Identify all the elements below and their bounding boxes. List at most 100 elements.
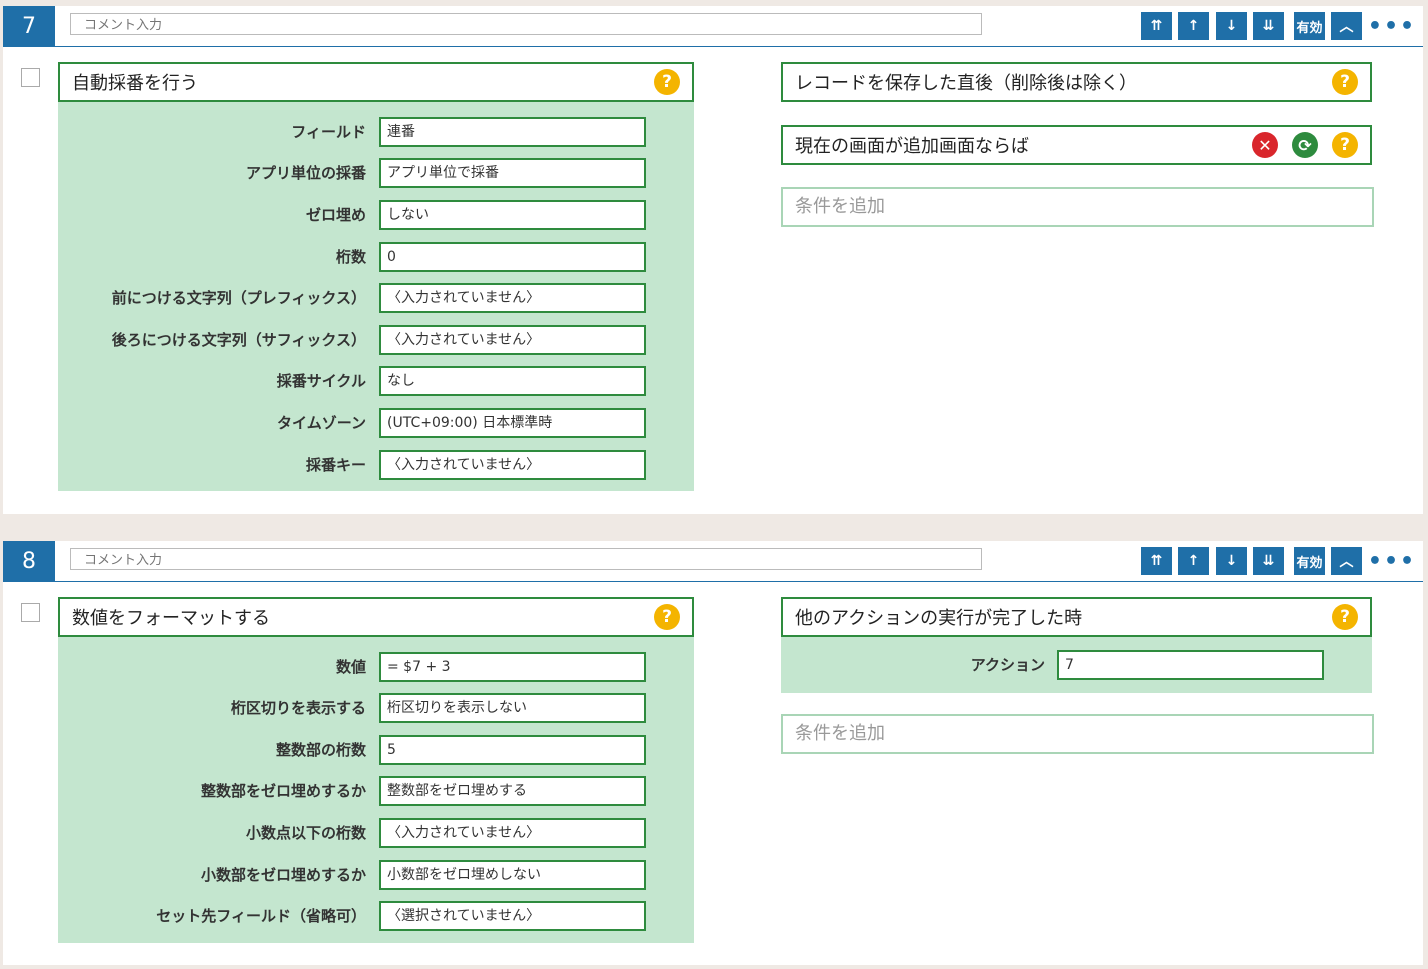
- param-value[interactable]: しない: [379, 200, 646, 230]
- move-up-button[interactable]: ↑: [1178, 12, 1209, 40]
- move-up-button[interactable]: ↑: [1178, 547, 1209, 575]
- param-value[interactable]: (UTC+09:00) 日本標準時: [379, 408, 646, 438]
- trigger-param-value[interactable]: 7: [1057, 650, 1324, 680]
- move-to-top-button[interactable]: ⇈: [1141, 547, 1172, 575]
- param-value[interactable]: アプリ単位で採番: [379, 158, 646, 188]
- move-down-button[interactable]: ↓: [1216, 547, 1247, 575]
- param-value[interactable]: なし: [379, 366, 646, 396]
- move-to-top-button[interactable]: ⇈: [1141, 12, 1172, 40]
- help-icon[interactable]: ?: [654, 604, 680, 630]
- action-title-box[interactable]: 数値をフォーマットする ?: [58, 597, 694, 637]
- move-to-bottom-icon: ⇊: [1262, 18, 1275, 34]
- param-row: 前につける文字列（プレフィックス） 〈入力されていません〉: [58, 283, 694, 313]
- chevron-up-icon: ︿: [1339, 554, 1354, 570]
- param-label: フィールド: [291, 123, 366, 141]
- param-value[interactable]: 〈入力されていません〉: [379, 325, 646, 355]
- action-params-panel: 数値 = $7 + 3 桁区切りを表示する 桁区切りを表示しない 整数部の桁数 …: [58, 637, 694, 943]
- select-checkbox[interactable]: [21, 68, 40, 87]
- param-row: セット先フィールド（省略可） 〈選択されていません〉: [58, 901, 694, 931]
- param-value[interactable]: = $7 + 3: [379, 652, 646, 682]
- sync-icon[interactable]: ⟳: [1292, 132, 1318, 158]
- param-label: 採番キー: [305, 456, 366, 474]
- help-icon[interactable]: ?: [654, 69, 680, 95]
- collapse-button[interactable]: ︿: [1331, 12, 1362, 40]
- param-row: 整数部の桁数 5: [58, 735, 694, 765]
- param-row: 整数部をゼロ埋めするか 整数部をゼロ埋めする: [58, 776, 694, 806]
- more-dots-icon: •••: [1367, 13, 1417, 39]
- help-icon[interactable]: ?: [1332, 132, 1358, 158]
- condition-box[interactable]: 現在の画面が追加画面ならば ✕ ⟳ ?: [781, 125, 1372, 165]
- condition-title: 現在の画面が追加画面ならば: [795, 136, 1029, 157]
- move-to-top-icon: ⇈: [1150, 18, 1163, 34]
- trigger-title: レコードを保存した直後（削除後は除く）: [795, 73, 1137, 94]
- param-value[interactable]: 〈選択されていません〉: [379, 901, 646, 931]
- comment-input[interactable]: [70, 548, 982, 570]
- param-value[interactable]: 〈入力されていません〉: [379, 818, 646, 848]
- param-row: 小数点以下の桁数 〈入力されていません〉: [58, 818, 694, 848]
- param-label: 桁数: [335, 248, 366, 266]
- param-value[interactable]: 連番: [379, 117, 646, 147]
- param-label: 後ろにつける文字列（サフィックス）: [111, 331, 366, 349]
- param-row: ゼロ埋め しない: [58, 200, 694, 230]
- arrow-up-icon: ↑: [1187, 553, 1200, 569]
- param-row: アプリ単位の採番 アプリ単位で採番: [58, 158, 694, 188]
- step-number: 7: [3, 6, 55, 46]
- param-label: 前につける文字列（プレフィックス）: [111, 289, 366, 307]
- action-title: 数値をフォーマットする: [72, 608, 270, 629]
- param-label: 桁区切りを表示する: [230, 699, 366, 717]
- param-label: 数値: [335, 658, 366, 676]
- param-value[interactable]: 〈入力されていません〉: [379, 450, 646, 480]
- param-value[interactable]: 桁区切りを表示しない: [379, 693, 646, 723]
- param-value[interactable]: 〈入力されていません〉: [379, 283, 646, 313]
- enabled-toggle[interactable]: 有効: [1294, 547, 1325, 575]
- trigger-title-box[interactable]: 他のアクションの実行が完了した時 ?: [781, 597, 1372, 637]
- param-row: 桁数 0: [58, 242, 694, 272]
- param-row: 桁区切りを表示する 桁区切りを表示しない: [58, 693, 694, 723]
- add-condition-button[interactable]: 条件を追加: [781, 187, 1374, 227]
- comment-input[interactable]: [70, 13, 982, 35]
- step-number: 8: [3, 541, 55, 581]
- param-label: 整数部の桁数: [275, 741, 366, 759]
- trigger-title-box[interactable]: レコードを保存した直後（削除後は除く） ?: [781, 62, 1372, 102]
- param-label: 整数部をゼロ埋めするか: [200, 782, 366, 800]
- arrow-down-icon: ↓: [1225, 553, 1238, 569]
- arrow-down-icon: ↓: [1225, 18, 1238, 34]
- trigger-param-label: アクション: [970, 656, 1045, 674]
- param-row: フィールド 連番: [58, 117, 694, 147]
- move-to-top-icon: ⇈: [1150, 553, 1163, 569]
- param-label: タイムゾーン: [277, 414, 366, 432]
- help-icon[interactable]: ?: [1332, 69, 1358, 95]
- move-to-bottom-button[interactable]: ⇊: [1253, 12, 1284, 40]
- move-down-button[interactable]: ↓: [1216, 12, 1247, 40]
- trigger-title: 他のアクションの実行が完了した時: [795, 608, 1083, 629]
- arrow-up-icon: ↑: [1187, 18, 1200, 34]
- action-title-box[interactable]: 自動採番を行う ?: [58, 62, 694, 102]
- delete-icon[interactable]: ✕: [1252, 132, 1278, 158]
- param-row: 採番キー 〈入力されていません〉: [58, 450, 694, 480]
- action-params-panel: フィールド 連番 アプリ単位の採番 アプリ単位で採番 ゼロ埋め しない 桁数 0…: [58, 102, 694, 491]
- collapse-button[interactable]: ︿: [1331, 547, 1362, 575]
- action-title: 自動採番を行う: [72, 73, 198, 94]
- move-to-bottom-button[interactable]: ⇊: [1253, 547, 1284, 575]
- select-checkbox[interactable]: [21, 603, 40, 622]
- help-icon[interactable]: ?: [1332, 604, 1358, 630]
- add-condition-button[interactable]: 条件を追加: [781, 714, 1374, 754]
- param-label: 小数点以下の桁数: [245, 824, 366, 842]
- param-value[interactable]: 0: [379, 242, 646, 272]
- param-label: 小数部をゼロ埋めするか: [200, 866, 366, 884]
- more-menu-button[interactable]: •••: [1368, 12, 1414, 40]
- trigger-params-panel: アクション 7: [781, 637, 1372, 693]
- param-row: 採番サイクル なし: [58, 366, 694, 396]
- more-menu-button[interactable]: •••: [1368, 547, 1414, 575]
- step-header: 7 ⇈ ↑ ↓ ⇊ 有効 ︿ •••: [3, 6, 1423, 47]
- param-label: ゼロ埋め: [305, 206, 366, 224]
- param-value[interactable]: 小数部をゼロ埋めしない: [379, 860, 646, 890]
- enabled-toggle[interactable]: 有効: [1294, 12, 1325, 40]
- param-value[interactable]: 整数部をゼロ埋めする: [379, 776, 646, 806]
- param-label: アプリ単位の採番: [245, 164, 366, 182]
- param-value[interactable]: 5: [379, 735, 646, 765]
- param-label: セット先フィールド（省略可）: [156, 907, 366, 925]
- chevron-up-icon: ︿: [1339, 19, 1354, 35]
- step-block-8: 8 ⇈ ↑ ↓ ⇊ 有効 ︿ ••• 数値をフォーマットする ? 数値 = $7…: [3, 541, 1423, 965]
- step-header: 8 ⇈ ↑ ↓ ⇊ 有効 ︿ •••: [3, 541, 1423, 582]
